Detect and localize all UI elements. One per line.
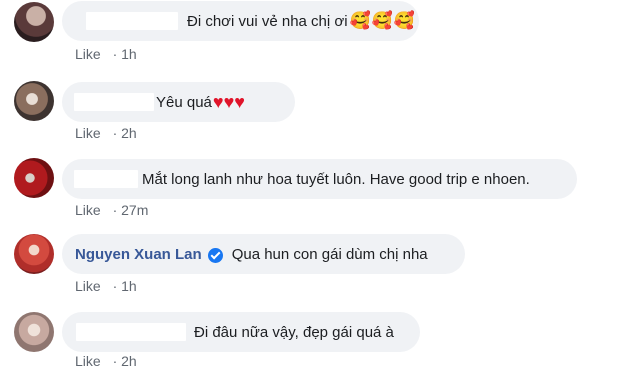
comment-meta: Like · 2h xyxy=(75,125,137,141)
like-link[interactable]: Like xyxy=(75,353,101,369)
avatar[interactable] xyxy=(14,312,54,352)
timestamp[interactable]: 27m xyxy=(121,202,148,218)
like-link[interactable]: Like xyxy=(75,46,101,62)
separator-dot: · xyxy=(112,353,118,369)
comment-meta: Like · 1h xyxy=(75,46,137,62)
like-link[interactable]: Like xyxy=(75,202,101,218)
comment-meta: Like · 2h xyxy=(75,353,137,369)
comment-bubble: Đi chơi vui vẻ nha chị ơi 🥰🥰🥰 xyxy=(62,1,419,41)
comment-meta: Like · 27m xyxy=(75,202,148,218)
comment-bubble: Đi đâu nữa vậy, đẹp gái quá à xyxy=(62,312,420,352)
smiling-face-with-hearts-icon: 🥰🥰🥰 xyxy=(349,11,417,30)
comment-text: Yêu quá xyxy=(156,93,212,111)
timestamp[interactable]: 1h xyxy=(121,278,137,294)
comment-bubble: Yêu quá ♥♥♥ xyxy=(62,82,295,122)
timestamp[interactable]: 2h xyxy=(121,353,137,369)
comment-text: Đi chơi vui vẻ nha chị ơi xyxy=(187,12,348,30)
comment-text: Mắt long lanh như hoa tuyết luôn. Have g… xyxy=(142,170,530,188)
separator-dot: · xyxy=(112,202,118,218)
avatar[interactable] xyxy=(14,158,54,198)
comment-bubble: Mắt long lanh như hoa tuyết luôn. Have g… xyxy=(62,159,577,199)
separator-dot: · xyxy=(112,46,118,62)
verified-badge-icon xyxy=(207,247,223,263)
redacted-name xyxy=(74,170,138,188)
comment-text: Đi đâu nữa vậy, đẹp gái quá à xyxy=(194,323,394,341)
like-link[interactable]: Like xyxy=(75,278,101,294)
timestamp[interactable]: 2h xyxy=(121,125,137,141)
timestamp[interactable]: 1h xyxy=(121,46,137,62)
like-link[interactable]: Like xyxy=(75,125,101,141)
redacted-name xyxy=(76,323,186,341)
redacted-name xyxy=(86,12,178,30)
separator-dot: · xyxy=(112,278,118,294)
avatar[interactable] xyxy=(14,234,54,274)
comment-text: Qua hun con gái dùm chị nha xyxy=(231,245,428,263)
redacted-name xyxy=(74,93,154,111)
comment-bubble: Nguyen Xuan Lan Qua hun con gái dùm chị … xyxy=(62,234,465,274)
separator-dot: · xyxy=(112,125,118,141)
commenter-name[interactable]: Nguyen Xuan Lan xyxy=(75,246,202,263)
avatar[interactable] xyxy=(14,81,54,121)
comment-meta: Like · 1h xyxy=(75,278,137,294)
avatar[interactable] xyxy=(14,2,54,42)
red-heart-icon: ♥♥♥ xyxy=(212,91,245,112)
